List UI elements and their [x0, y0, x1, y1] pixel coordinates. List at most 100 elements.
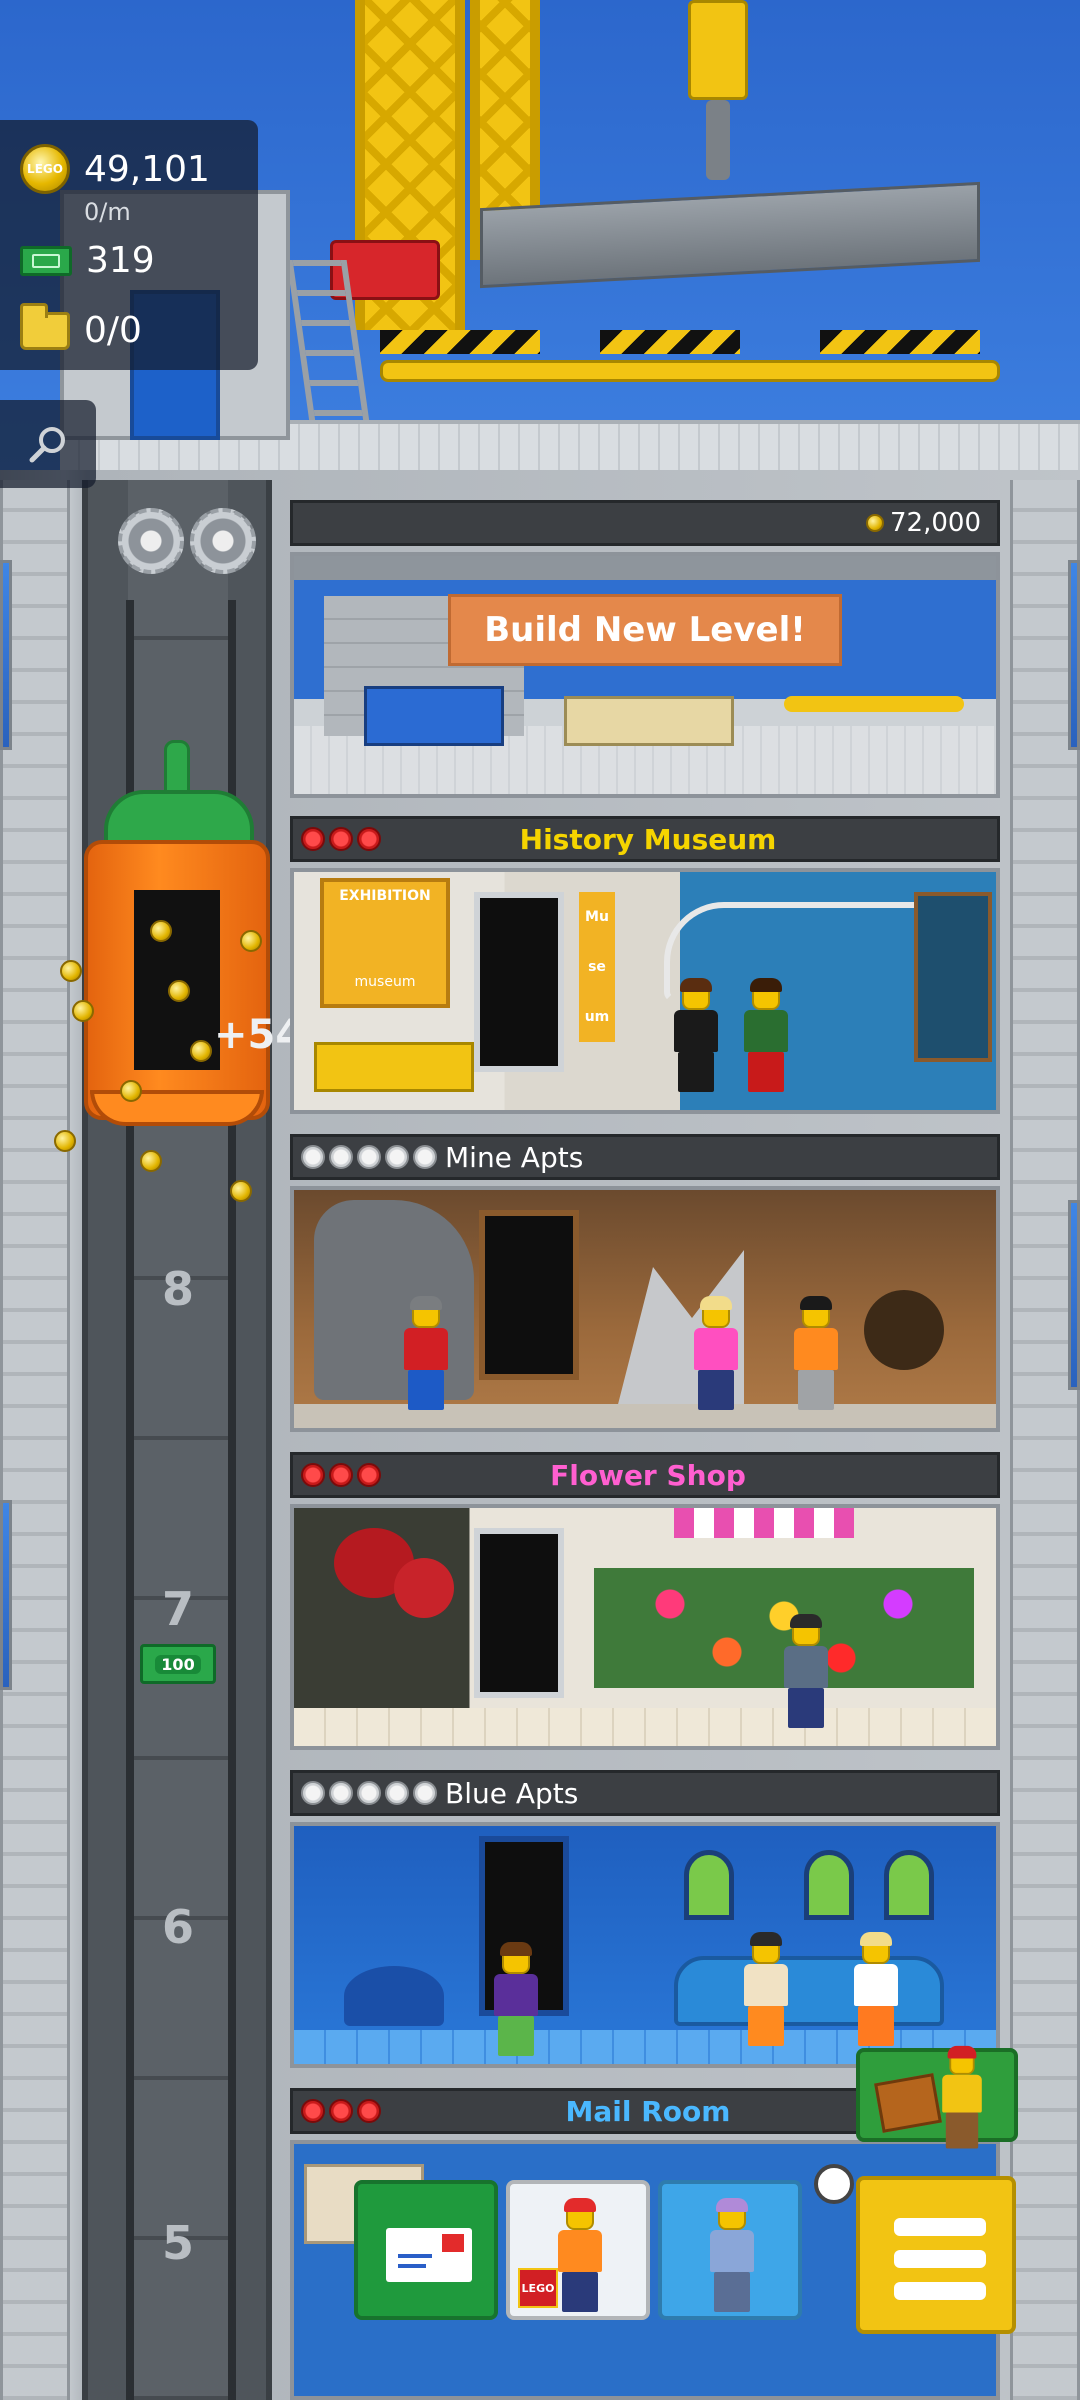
coin-icon: [150, 920, 172, 942]
star-icon: [385, 1145, 409, 1169]
floor-name: Mine Apts: [445, 1140, 584, 1174]
coin-rate: 0/m: [84, 198, 131, 226]
wall-clock: [814, 2164, 854, 2204]
workbench: [564, 696, 734, 746]
builder-button[interactable]: LEGO: [506, 2180, 650, 2320]
coin-icon: [866, 514, 885, 532]
blue-sofa: [674, 1956, 944, 2026]
left-window-2: [0, 1500, 12, 1690]
coin-icon: [72, 1000, 94, 1022]
coin-icon: [54, 1130, 76, 1152]
safety-rail: [380, 360, 1000, 382]
reception-desk: [314, 1042, 474, 1092]
star-icon: [329, 1781, 353, 1805]
minifigure[interactable]: [404, 1296, 448, 1410]
star-icon: [301, 1145, 325, 1169]
menu-icon: [894, 2218, 986, 2300]
right-window-2: [1068, 1200, 1080, 1390]
elevator-base: [90, 1090, 264, 1126]
shaft-floor-6: 6: [161, 1900, 194, 1954]
floor-header: History Museum: [290, 816, 1000, 862]
mail-courier-figure: [942, 2045, 982, 2149]
table-saw: [364, 686, 504, 746]
gold-ore: [864, 1290, 944, 1370]
museum-banner-text: se: [588, 959, 606, 975]
bux-pickup[interactable]: 100: [140, 1644, 216, 1684]
museum-banner-text: Mu: [585, 909, 609, 925]
build-level-slot: 72,000 Build New Level!: [290, 500, 1000, 810]
left-pillar: [0, 480, 70, 2400]
build-new-level-button[interactable]: Build New Level!: [448, 594, 842, 666]
shaft-floor-5: 5: [161, 2216, 194, 2270]
floor-history-museum[interactable]: History Museum EXHIBITION museum Mu se u…: [290, 816, 1000, 1116]
minifigure[interactable]: [794, 1296, 838, 1410]
crane-hook: [706, 100, 730, 180]
search-icon: [29, 427, 65, 463]
gear-icon-2: [190, 508, 256, 574]
shop-doorway: [474, 892, 564, 1072]
lego-logo-text: LEGO: [521, 2281, 555, 2295]
mine-cave-wall: [314, 1200, 474, 1400]
builder-figure-icon: [558, 2198, 602, 2312]
minifigure[interactable]: [694, 1296, 738, 1410]
crate-count: 0/0: [84, 310, 142, 351]
lego-coin-icon: LEGO: [20, 144, 70, 194]
crane-hook-block: [688, 0, 748, 100]
floor-interior: EXHIBITION museum Mu se um: [290, 868, 1000, 1114]
floor-blue-apts[interactable]: Blue Apts: [290, 1770, 1000, 2070]
giant-rose-2: [394, 1558, 454, 1618]
floor-interior: [290, 1504, 1000, 1750]
lego-logo-icon: LEGO: [518, 2268, 558, 2308]
floor-header: Flower Shop: [290, 1452, 1000, 1498]
dining-table: [344, 1966, 444, 2026]
yellow-rail: [784, 696, 964, 712]
floor-flower-shop[interactable]: Flower Shop: [290, 1452, 1000, 1752]
delivery-notification-button[interactable]: [856, 2045, 1018, 2149]
coin-icon: [168, 980, 190, 1002]
bux-balance: 319: [86, 240, 155, 281]
menu-button[interactable]: [856, 2176, 1016, 2334]
coin-balance: 49,101: [84, 148, 210, 190]
floor-name: Flower Shop: [550, 1458, 746, 1492]
resident-button[interactable]: [658, 2180, 802, 2320]
minifigure[interactable]: [784, 1614, 828, 1728]
floor-interior: [290, 1186, 1000, 1432]
left-window: [0, 560, 12, 750]
floor-mine-apts[interactable]: Mine Apts: [290, 1134, 1000, 1434]
search-button[interactable]: [0, 400, 96, 488]
coins-row[interactable]: LEGO 49,101: [20, 144, 210, 194]
coin-icon: [120, 1080, 142, 1102]
hazard-stripe-2: [600, 330, 740, 354]
shaft-floor-7: 7: [161, 1582, 194, 1636]
right-pillar: [1010, 480, 1080, 2400]
mail-button[interactable]: [354, 2180, 498, 2320]
currency-panel: LEGO 49,101 0/m 319 0/0: [0, 120, 258, 370]
construction-site: [290, 552, 1000, 798]
crates-row[interactable]: 0/0: [20, 302, 142, 351]
resident-figure-icon: [710, 2198, 754, 2312]
star-icon: [301, 1781, 325, 1805]
star-rating: [301, 1145, 437, 1169]
exhibition-poster: EXHIBITION museum: [320, 878, 450, 1008]
floor-name: History Museum: [519, 822, 777, 856]
bux-row[interactable]: 319: [20, 240, 155, 281]
bux-icon: [20, 245, 72, 276]
minifigure[interactable]: [674, 978, 718, 1092]
museum-word: museum: [354, 974, 416, 990]
crate-icon: [20, 302, 70, 350]
star-icon: [357, 1781, 381, 1805]
hazard-stripe: [380, 330, 540, 354]
caveman-display: [914, 892, 992, 1062]
minifigure[interactable]: [854, 1932, 898, 2046]
minifigure[interactable]: [744, 1932, 788, 2046]
museum-banner-text: um: [584, 1009, 610, 1025]
star-rating: [301, 1781, 437, 1805]
floor-name: Blue Apts: [445, 1776, 579, 1810]
right-window: [1068, 560, 1080, 750]
build-cost: 72,000: [890, 508, 981, 538]
coin-icon: [240, 930, 262, 952]
minifigure[interactable]: [744, 978, 788, 1092]
minifigure[interactable]: [494, 1942, 538, 2056]
star-icon: [357, 1145, 381, 1169]
lego-coin-text: LEGO: [27, 162, 63, 176]
